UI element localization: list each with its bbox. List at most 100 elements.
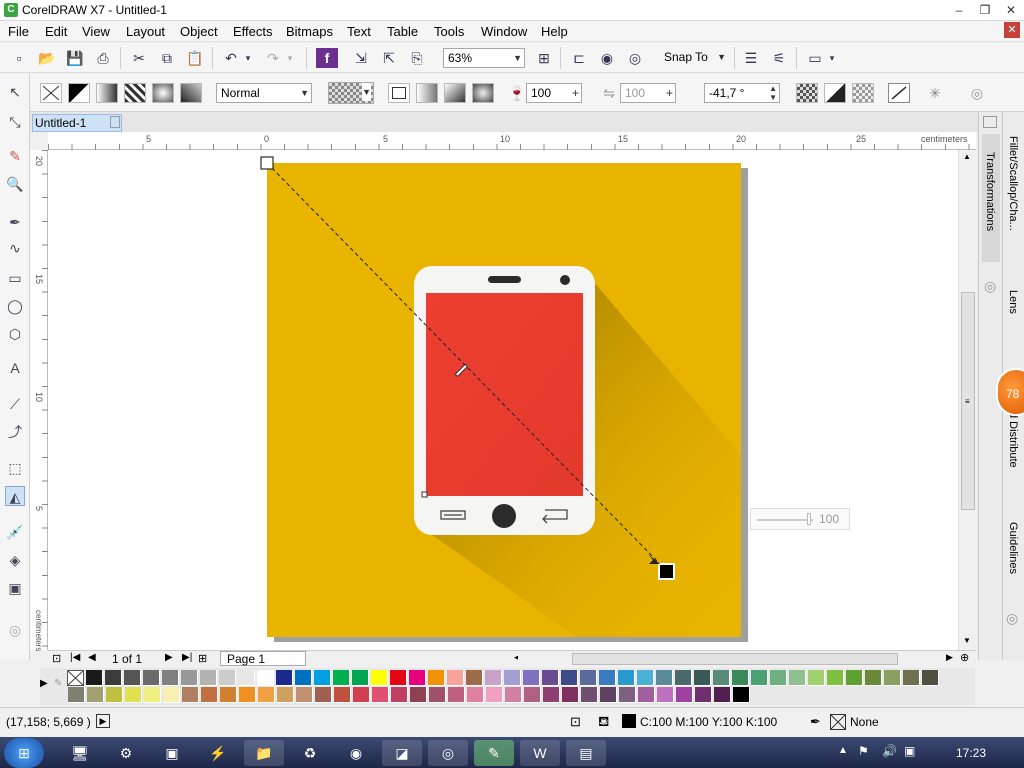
texture-transparency-icon[interactable]	[152, 83, 174, 103]
taskbar-app-icon[interactable]: ♻	[290, 740, 330, 766]
color-swatch[interactable]	[505, 687, 522, 703]
close-document-button[interactable]: ✕	[1004, 22, 1020, 38]
customize-icon[interactable]: ◎	[5, 620, 25, 640]
text-tool-icon[interactable]: A	[5, 358, 25, 378]
color-swatch[interactable]	[87, 687, 104, 703]
zoom-navigator-icon[interactable]: ⊕	[960, 651, 969, 664]
color-swatch[interactable]	[333, 670, 350, 686]
color-swatch[interactable]	[846, 670, 863, 686]
corel-connect-icon[interactable]: f	[316, 48, 338, 68]
tab-page-1[interactable]: Page 1	[220, 651, 306, 666]
color-swatch[interactable]	[599, 670, 616, 686]
color-swatch[interactable]	[391, 687, 408, 703]
color-swatch[interactable]	[258, 687, 275, 703]
color-swatch[interactable]	[201, 687, 218, 703]
next-page-icon[interactable]: ▶	[165, 652, 173, 663]
color-swatch[interactable]	[467, 687, 484, 703]
linear-fountain-icon[interactable]	[388, 83, 410, 103]
elliptical-fountain-icon[interactable]	[416, 83, 438, 103]
menu-window[interactable]: Window	[481, 24, 527, 39]
pick-tool-icon[interactable]: ↖	[5, 82, 25, 102]
color-swatch[interactable]	[428, 670, 445, 686]
color-swatch[interactable]	[390, 670, 407, 686]
options-icon[interactable]: ☰	[740, 48, 762, 68]
menu-tools[interactable]: Tools	[434, 24, 464, 39]
color-swatch[interactable]	[808, 670, 825, 686]
color-swatch[interactable]	[865, 670, 882, 686]
transparency-vector-line[interactable]	[266, 162, 662, 566]
paste-icon[interactable]: 📋	[184, 48, 206, 68]
star-icon[interactable]: ✳	[924, 83, 946, 103]
rectangle-tool-icon[interactable]: ▭	[5, 268, 25, 288]
color-swatch[interactable]	[523, 670, 540, 686]
network-icon[interactable]: ⚑	[858, 744, 869, 758]
color-swatch[interactable]	[296, 687, 313, 703]
menu-table[interactable]: Table	[387, 24, 418, 39]
artistic-media-icon[interactable]: ∿	[5, 238, 25, 258]
launch-icon[interactable]: ▭	[804, 48, 826, 68]
notification-badge[interactable]: 78	[996, 368, 1024, 416]
polygon-tool-icon[interactable]: ⬡	[5, 324, 25, 344]
freehand-tool-icon[interactable]: ✒	[5, 212, 25, 232]
taskbar-app-icon[interactable]: ▣	[152, 740, 192, 766]
menu-view[interactable]: View	[82, 24, 110, 39]
last-page-icon[interactable]: ▶|	[182, 652, 192, 663]
color-swatch[interactable]	[105, 670, 122, 686]
small-node[interactable]	[421, 491, 428, 498]
palette-menu-icon[interactable]: ▶	[40, 678, 48, 689]
color-swatch[interactable]	[637, 670, 654, 686]
color-swatch[interactable]	[884, 670, 901, 686]
color-swatch[interactable]	[770, 670, 787, 686]
color-swatch[interactable]	[181, 670, 198, 686]
scroll-right-icon[interactable]: ▶	[946, 652, 953, 663]
tab-untitled-1[interactable]: Untitled-1	[32, 114, 122, 132]
export-icon[interactable]: ⇱	[378, 48, 400, 68]
color-swatch[interactable]	[638, 687, 655, 703]
menu-bitmaps[interactable]: Bitmaps	[286, 24, 333, 39]
docker-tab-fillet[interactable]: Fillet/Scallop/Cha...	[1007, 136, 1019, 231]
eyedropper-tool-icon[interactable]: 💉	[5, 522, 25, 542]
vertical-ruler[interactable]: 20 15 10 5 centimeters	[30, 150, 48, 651]
transparency-tool-icon[interactable]: ◭	[5, 486, 25, 506]
new-document-icon[interactable]: ▫	[8, 48, 30, 68]
docker-toggle-icon[interactable]: ◎	[984, 278, 996, 295]
fountain-transparency-icon[interactable]	[96, 83, 118, 103]
page-options-icon[interactable]: ⊡	[52, 652, 61, 665]
color-swatch[interactable]	[106, 687, 123, 703]
full-screen-icon[interactable]: ⊞	[533, 48, 555, 68]
color-swatch[interactable]	[789, 670, 806, 686]
drawing-canvas[interactable]: 100	[48, 150, 958, 650]
color-swatch[interactable]	[409, 670, 426, 686]
color-swatch[interactable]	[581, 687, 598, 703]
chrome-icon[interactable]: ◎	[428, 740, 468, 766]
color-swatch[interactable]	[504, 670, 521, 686]
launch-dropdown-icon[interactable]: ▾	[826, 48, 838, 68]
end-node-handle[interactable]	[658, 563, 675, 580]
print-icon[interactable]: ⎙	[92, 48, 114, 68]
play-icon[interactable]: ▶	[96, 714, 110, 728]
taskbar-app-icon[interactable]: ⚡	[198, 740, 238, 766]
uniform-transparency-icon[interactable]	[68, 83, 90, 103]
color-swatch[interactable]	[277, 687, 294, 703]
color-swatch[interactable]	[372, 687, 389, 703]
color-swatch[interactable]	[353, 687, 370, 703]
menu-text[interactable]: Text	[347, 24, 371, 39]
horizontal-scrollbar[interactable]: ▶ ⊕	[518, 650, 976, 666]
color-swatch[interactable]	[448, 687, 465, 703]
color-swatch[interactable]	[543, 687, 560, 703]
menu-edit[interactable]: Edit	[45, 24, 67, 39]
import-icon[interactable]: ⇲	[350, 48, 372, 68]
midpoint-slider[interactable]	[454, 363, 469, 378]
add-page-icon[interactable]: ⊞	[198, 652, 207, 665]
docker-toggle-icon[interactable]: ◎	[1006, 610, 1018, 627]
color-swatch[interactable]	[580, 670, 597, 686]
folder-icon[interactable]: 📁	[244, 740, 284, 766]
show-rulers-icon[interactable]: ⊏	[568, 48, 590, 68]
start-node-handle[interactable]	[260, 156, 274, 170]
color-swatch[interactable]	[733, 687, 750, 703]
copy-icon[interactable]: ⧉	[156, 48, 178, 68]
slider-thumb[interactable]	[807, 513, 811, 525]
coreldraw-taskbar-icon[interactable]: ✎	[474, 740, 514, 766]
color-swatch[interactable]	[542, 670, 559, 686]
color-swatch[interactable]	[600, 687, 617, 703]
